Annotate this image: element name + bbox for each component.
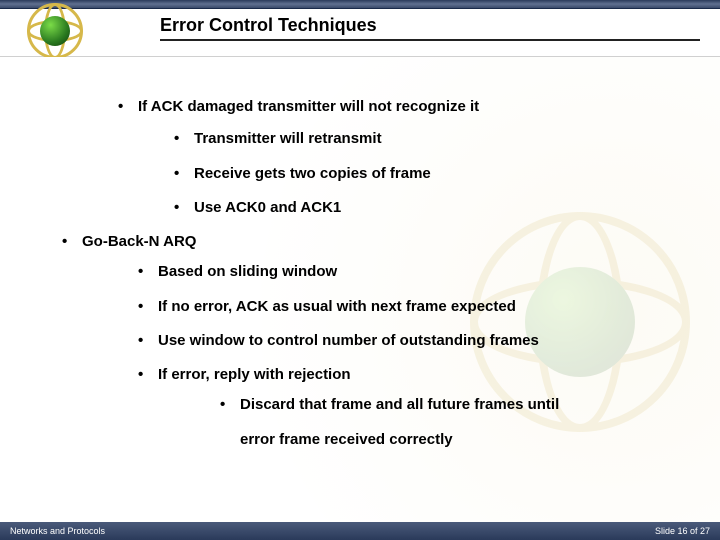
bullet-group-gbn: Go-Back-N ARQ Based on sliding window If…: [56, 232, 700, 450]
list-item: Receive gets two copies of frame: [168, 164, 700, 184]
bullet-text: Discard that frame and all future frames…: [240, 396, 559, 413]
title-row: Error Control Techniques: [160, 15, 700, 41]
bullet-text: Use window to control number of outstand…: [158, 332, 539, 349]
bullet-text: Go-Back-N ARQ: [82, 233, 196, 250]
list-item: If no error, ACK as usual with next fram…: [132, 297, 700, 317]
list-item: Use window to control number of outstand…: [132, 331, 700, 351]
list-item: Go-Back-N ARQ Based on sliding window If…: [56, 232, 700, 450]
bullet-group-ack: If ACK damaged transmitter will not reco…: [112, 97, 700, 218]
bullet-text: Transmitter will retransmit: [194, 130, 382, 147]
list-item: If error, reply with rejection Discard t…: [132, 365, 700, 450]
list-item: Discard that frame and all future frames…: [214, 395, 700, 450]
footer-left: Networks and Protocols: [10, 526, 105, 536]
bullet-sub-ack: Transmitter will retransmit Receive gets…: [168, 129, 700, 218]
bullet-text: If no error, ACK as usual with next fram…: [158, 298, 516, 315]
bullet-sub-rejection: Discard that frame and all future frames…: [214, 395, 700, 450]
header-band: A · P · I · I · T ASIA PACIFIC INSTITUTE…: [0, 9, 720, 57]
bullet-sub-gbn: Based on sliding window If no error, ACK…: [132, 262, 700, 450]
list-item: Transmitter will retransmit: [168, 129, 700, 149]
bullet-text: If ACK damaged transmitter will not reco…: [138, 98, 479, 115]
footer-right: Slide 16 of 27: [655, 526, 710, 536]
slide-title: Error Control Techniques: [160, 15, 700, 41]
list-item: Use ACK0 and ACK1: [168, 198, 700, 218]
list-item: Based on sliding window: [132, 262, 700, 282]
bullet-text: Receive gets two copies of frame: [194, 165, 431, 182]
list-item: If ACK damaged transmitter will not reco…: [112, 97, 700, 218]
bullet-text: Use ACK0 and ACK1: [194, 199, 341, 216]
bullet-text: If error, reply with rejection: [158, 366, 351, 383]
bullet-text: Based on sliding window: [158, 263, 337, 280]
bullet-text-cont: error frame received correctly: [240, 430, 700, 450]
footer-bar: Networks and Protocols Slide 16 of 27: [0, 522, 720, 540]
content-area: If ACK damaged transmitter will not reco…: [0, 57, 720, 522]
globe-icon: [27, 3, 83, 59]
header-accent-bar: [0, 0, 720, 9]
slide: A · P · I · I · T ASIA PACIFIC INSTITUTE…: [0, 0, 720, 540]
